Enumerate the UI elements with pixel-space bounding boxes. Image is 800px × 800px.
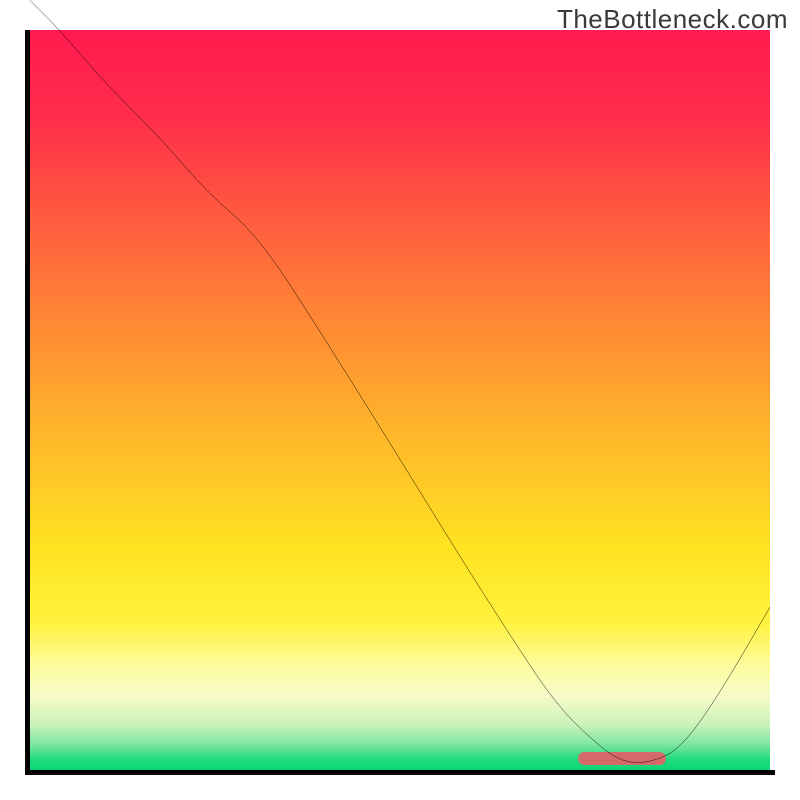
- x-axis-line: [25, 770, 775, 775]
- plot-area: [30, 30, 770, 770]
- bottleneck-curve: [30, 30, 770, 770]
- chart-container: TheBottleneck.com: [0, 0, 800, 800]
